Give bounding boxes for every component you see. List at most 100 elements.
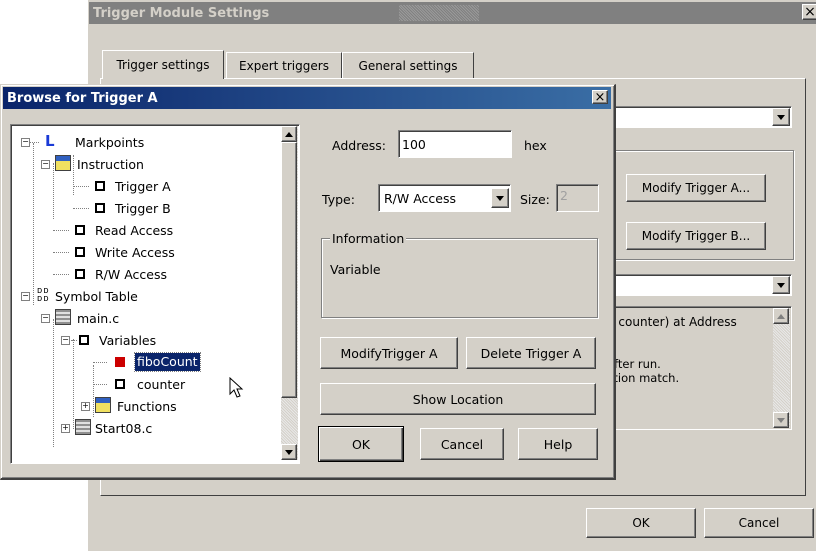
address-input[interactable]: [398, 130, 512, 158]
chevron-down-icon: [777, 417, 785, 423]
mouse-cursor-icon: [229, 377, 244, 398]
tree-item-label: Variables: [99, 332, 157, 348]
main-ok-button[interactable]: OK: [586, 508, 696, 538]
tab-label: Expert triggers: [239, 58, 329, 73]
information-group-box: [321, 238, 598, 318]
tree-item-label: Write Access: [95, 244, 175, 260]
tree-item-label: Start08.c: [95, 420, 153, 436]
type-dropdown-button[interactable]: [491, 188, 509, 208]
tree-item-label: Instruction: [77, 156, 144, 172]
button-label: Modify Trigger A...: [641, 181, 751, 195]
button-label: Help: [543, 436, 573, 452]
chevron-up-icon: [777, 313, 785, 319]
chevron-down-icon: [777, 114, 785, 120]
browse-cancel-button[interactable]: Cancel: [420, 428, 504, 460]
modify-trigger-a-button-browse[interactable]: ModifyTrigger A: [320, 337, 458, 369]
scroll-up-button[interactable]: [281, 126, 297, 142]
tree-item-label: Functions: [117, 398, 177, 414]
leaf-icon: [95, 181, 105, 191]
tree-item-label: counter: [137, 376, 186, 392]
info-scrollbar[interactable]: [773, 308, 790, 428]
markpoint-icon: L: [45, 132, 55, 150]
scroll-up-button[interactable]: [773, 308, 789, 324]
tab-label: Trigger settings: [116, 58, 210, 72]
browse-title-bar[interactable]: Browse for Trigger A ×: [3, 87, 611, 109]
delete-trigger-a-button[interactable]: Delete Trigger A: [466, 337, 596, 369]
tree-item-label: Markpoints: [75, 134, 145, 150]
tree-item-label-selected: fiboCount: [134, 352, 201, 372]
close-icon: ×: [804, 4, 816, 20]
tab-expert-triggers[interactable]: Expert triggers: [226, 52, 342, 78]
tab-trigger-settings[interactable]: Trigger settings: [102, 50, 224, 79]
scroll-thumb[interactable]: [281, 142, 297, 398]
button-label: ModifyTrigger A: [340, 345, 438, 361]
size-value: 2: [560, 188, 568, 203]
button-label: Cancel: [738, 516, 780, 530]
main-cancel-button[interactable]: Cancel: [704, 508, 814, 538]
size-label: Size:: [520, 192, 550, 207]
main-dialog-title: Trigger Module Settings: [93, 5, 270, 21]
leaf-icon: [75, 225, 85, 235]
collapse-toggle-icon[interactable]: −: [21, 292, 30, 301]
chevron-down-icon: [285, 449, 293, 455]
scroll-down-button[interactable]: [281, 444, 297, 460]
leaf-icon: [115, 357, 125, 367]
tree-item-label: main.c: [77, 310, 120, 326]
tree-item-label: R/W Access: [95, 266, 168, 282]
close-icon: ×: [594, 89, 606, 105]
expand-toggle-icon[interactable]: +: [81, 402, 90, 411]
combo-dropdown-button-second[interactable]: [772, 276, 790, 294]
tree-scrollbar[interactable]: [281, 126, 298, 460]
button-label: Cancel: [440, 436, 484, 452]
button-label: Modify Trigger B...: [641, 229, 751, 243]
combo-dropdown-button-top[interactable]: [772, 108, 790, 126]
size-field: 2: [556, 184, 599, 212]
address-label: Address:: [332, 138, 386, 153]
tree-item-label: Trigger A: [115, 178, 171, 194]
browse-ok-button[interactable]: OK: [318, 426, 404, 462]
main-close-button[interactable]: ×: [802, 4, 816, 20]
expand-toggle-icon[interactable]: +: [61, 424, 70, 433]
type-label: Type:: [322, 192, 355, 207]
button-label: OK: [351, 436, 371, 452]
tree-item-label: Symbol Table: [55, 288, 138, 304]
leaf-icon: [95, 203, 105, 213]
collapse-toggle-icon[interactable]: −: [41, 160, 50, 169]
button-label: OK: [632, 516, 650, 530]
show-location-button[interactable]: Show Location: [320, 383, 596, 415]
trigger-combo-top[interactable]: [612, 106, 792, 128]
information-text: Variable: [330, 262, 381, 277]
tab-label: General settings: [358, 58, 458, 73]
info-line-3: lition match.: [607, 371, 680, 385]
leaf-icon: [75, 269, 85, 279]
browse-close-button[interactable]: ×: [592, 89, 608, 105]
chevron-up-icon: [285, 131, 293, 137]
browse-help-button[interactable]: Help: [518, 428, 598, 460]
leaf-icon: [75, 247, 85, 257]
title-bar-dither: [399, 5, 479, 21]
trigger-combo-second[interactable]: [612, 274, 792, 296]
tab-general-settings[interactable]: General settings: [342, 52, 474, 78]
collapse-toggle-icon[interactable]: −: [41, 314, 50, 323]
modify-trigger-a-button[interactable]: Modify Trigger A...: [626, 174, 766, 202]
button-label: Show Location: [412, 391, 504, 407]
source-file-icon: [75, 419, 91, 435]
tree-item-label: Read Access: [95, 222, 174, 238]
symbol-tree-view[interactable]: − L Markpoints − Instruction Trigger A T…: [10, 124, 300, 464]
trigger-info-textarea[interactable]: n counter) at Address after run. lition …: [607, 306, 792, 430]
scroll-down-button[interactable]: [773, 412, 789, 428]
type-select-value: R/W Access: [384, 190, 457, 206]
chevron-down-icon: [496, 195, 504, 201]
information-group-label: Information: [330, 231, 407, 246]
source-file-icon: [55, 309, 71, 325]
modify-trigger-b-button[interactable]: Modify Trigger B...: [626, 222, 766, 250]
chevron-down-icon: [777, 282, 785, 288]
address-unit-label: hex: [524, 138, 547, 153]
functions-icon: [95, 397, 111, 413]
info-line-1: n counter) at Address: [607, 315, 737, 329]
symbol-table-icon: ᴅᴅ ᴅᴅ: [37, 286, 50, 304]
button-label: Delete Trigger A: [480, 345, 582, 361]
collapse-toggle-icon[interactable]: −: [61, 336, 70, 345]
main-title-bar[interactable]: Trigger Module Settings ×: [89, 2, 816, 24]
leaf-icon: [79, 335, 89, 345]
